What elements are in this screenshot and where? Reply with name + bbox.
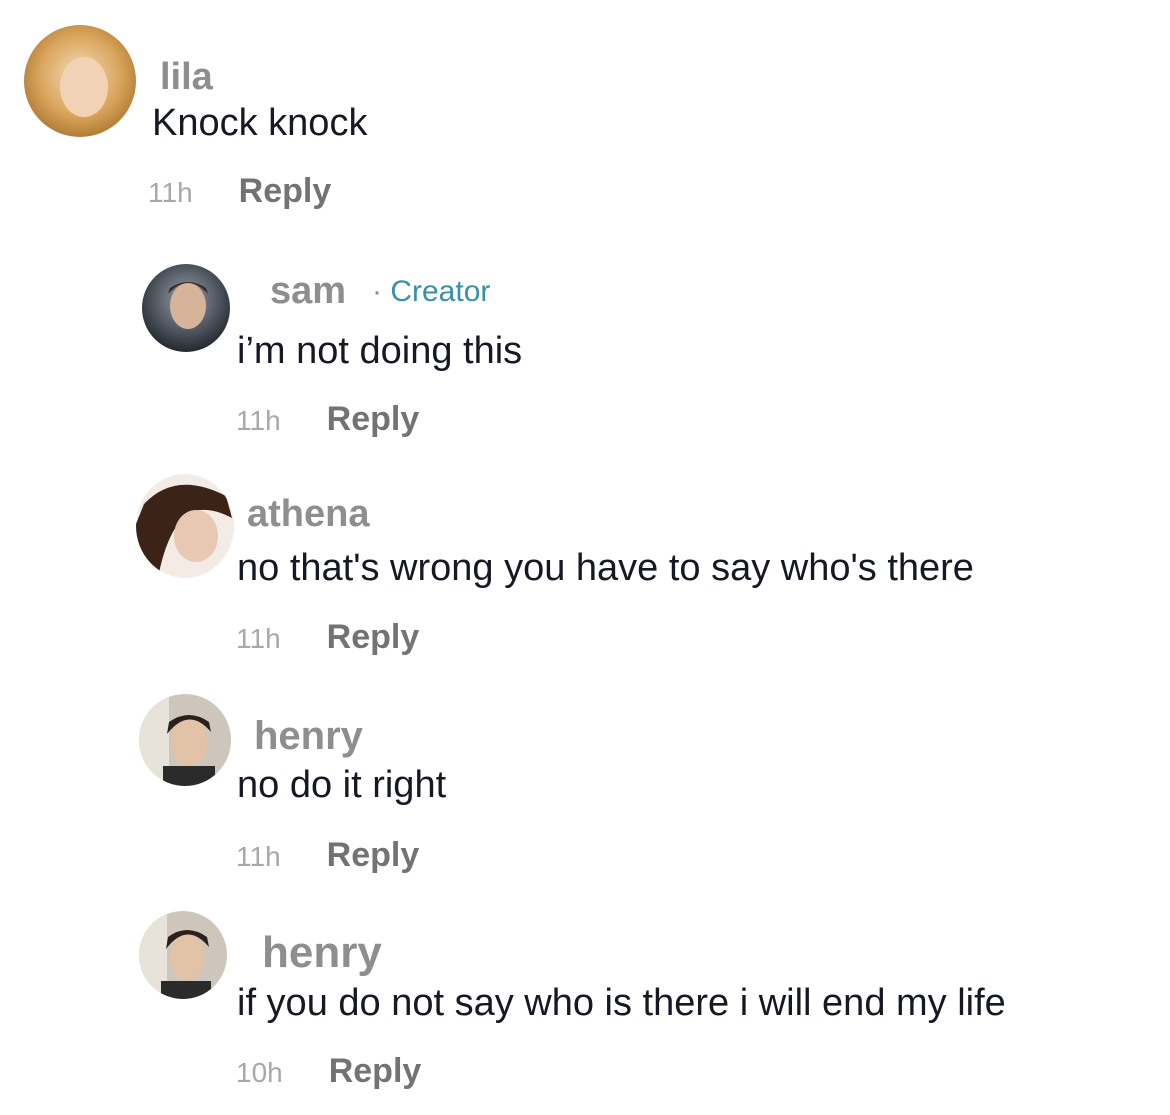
comment-meta: 11h Reply <box>236 400 419 439</box>
comment-meta: 11h Reply <box>236 618 419 657</box>
creator-badge: · Creator <box>372 275 490 309</box>
reply-button[interactable]: Reply <box>327 836 420 874</box>
avatar-image <box>24 25 136 137</box>
avatar[interactable] <box>139 694 231 786</box>
avatar[interactable] <box>24 25 136 137</box>
avatar-image <box>142 264 230 352</box>
username[interactable]: sam <box>270 270 346 313</box>
avatar[interactable] <box>142 264 230 352</box>
timestamp: 11h <box>236 405 281 436</box>
reply-button[interactable]: Reply <box>327 618 420 656</box>
comment-text: if you do not say who is there i will en… <box>237 982 1006 1024</box>
comment-text: no that's wrong you have to say who's th… <box>237 547 974 589</box>
timestamp: 11h <box>236 623 281 654</box>
avatar-image <box>139 694 231 786</box>
comment-meta: 11h Reply <box>148 172 331 211</box>
comment-text: Knock knock <box>152 102 368 144</box>
comment-meta: 10h Reply <box>236 1052 421 1091</box>
comment-text: i’m not doing this <box>237 330 523 372</box>
timestamp: 10h <box>236 1057 283 1088</box>
reply-button[interactable]: Reply <box>327 400 420 438</box>
timestamp: 11h <box>236 841 281 872</box>
comment-meta: 11h Reply <box>236 836 419 875</box>
avatar-image <box>136 474 234 578</box>
reply-button[interactable]: Reply <box>329 1052 422 1090</box>
username[interactable]: athena <box>247 493 369 536</box>
username[interactable]: henry <box>254 714 363 759</box>
avatar[interactable] <box>139 911 227 999</box>
comment-text: no do it right <box>237 764 447 806</box>
creator-separator: · <box>372 275 382 308</box>
username[interactable]: lila <box>160 56 213 99</box>
creator-label: Creator <box>390 275 491 308</box>
avatar[interactable] <box>136 474 234 578</box>
username[interactable]: henry <box>262 928 382 978</box>
avatar-image <box>139 911 227 999</box>
reply-button[interactable]: Reply <box>239 172 332 210</box>
timestamp: 11h <box>148 177 193 208</box>
